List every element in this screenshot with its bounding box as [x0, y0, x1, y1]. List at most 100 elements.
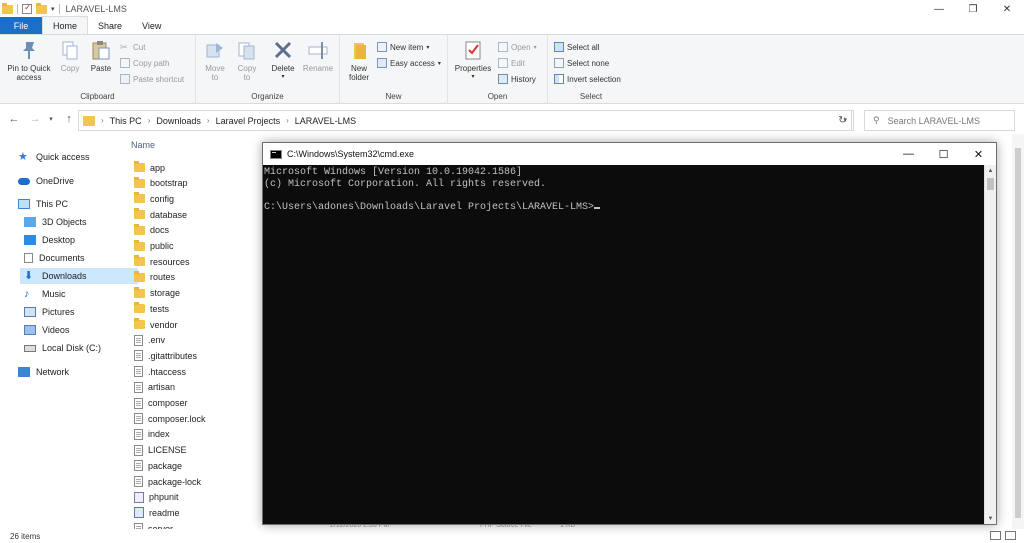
nav-item-network[interactable]: Network — [18, 364, 136, 380]
folder-row[interactable]: resources — [134, 254, 190, 269]
breadcrumb-this-pc[interactable]: This PC — [110, 116, 142, 126]
restore-button[interactable]: ❐ — [956, 0, 990, 18]
properties-chevron-icon[interactable]: ▾ — [471, 73, 474, 82]
history-button[interactable]: History — [498, 72, 536, 86]
column-header-name[interactable]: Name — [131, 140, 155, 150]
move-to-button[interactable]: Move to — [200, 39, 230, 82]
edit-button[interactable]: Edit — [498, 56, 525, 70]
new-folder-icon[interactable] — [36, 2, 47, 14]
recent-locations-chevron-icon[interactable]: ▾ — [42, 110, 60, 128]
cmd-close-button[interactable]: ✕ — [961, 143, 996, 165]
nav-item-this-pc[interactable]: This PC — [18, 196, 136, 212]
file-row[interactable]: package — [134, 458, 182, 473]
file-row[interactable]: LICENSE — [134, 443, 187, 458]
details-view-icon[interactable] — [990, 531, 1001, 540]
new-folder-icon — [354, 43, 366, 59]
breadcrumb-laravel-projects[interactable]: Laravel Projects — [216, 116, 281, 126]
folder-row[interactable]: storage — [134, 286, 180, 301]
breadcrumb-separator[interactable]: › — [207, 116, 210, 125]
nav-item-onedrive[interactable]: OneDrive — [18, 173, 136, 189]
refresh-button[interactable]: ↻ — [832, 110, 854, 131]
nav-item-quick-access[interactable]: ★ Quick access — [18, 149, 136, 165]
paste-shortcut-button[interactable]: Paste shortcut — [120, 72, 184, 86]
folder-row[interactable]: docs — [134, 223, 169, 238]
file-row[interactable]: server — [134, 521, 173, 529]
console-line: (c) Microsoft Corporation. All rights re… — [264, 178, 547, 190]
open-button[interactable]: Open ▾ — [498, 40, 537, 54]
cmd-title-bar[interactable]: C:\Windows\System32\cmd.exe — ☐ ✕ — [263, 143, 996, 165]
folder-row[interactable]: bootstrap — [134, 176, 188, 191]
file-row[interactable]: package-lock — [134, 474, 201, 489]
tab-home[interactable]: Home — [42, 16, 89, 34]
cmd-scrollbar[interactable]: ▲ ▼ — [984, 165, 996, 524]
cut-button[interactable]: ✂ Cut — [120, 40, 145, 54]
file-row[interactable]: composer.lock — [134, 411, 206, 426]
new-folder-button[interactable]: New folder — [344, 39, 374, 82]
delete-dropdown-chevron-icon[interactable]: ▾ — [281, 73, 284, 82]
minimize-button[interactable]: — — [922, 0, 956, 18]
properties-icon[interactable] — [22, 2, 32, 14]
folder-row[interactable]: public — [134, 239, 174, 254]
folder-row[interactable]: vendor — [134, 317, 178, 332]
folder-row[interactable]: routes — [134, 270, 175, 285]
breadcrumb-separator[interactable]: › — [286, 116, 289, 125]
address-bar[interactable]: › This PC › Downloads › Laravel Projects… — [78, 110, 852, 131]
pin-to-quick-access-button[interactable]: Pin to Quick access — [3, 39, 55, 82]
command-prompt-window[interactable]: C:\Windows\System32\cmd.exe — ☐ ✕ Micros… — [262, 142, 997, 525]
copy-to-button[interactable]: Copy to — [232, 39, 262, 82]
up-arrow-icon[interactable]: ↑ — [60, 110, 78, 128]
large-icons-view-icon[interactable] — [1005, 531, 1016, 540]
folder-row[interactable]: app — [134, 160, 165, 175]
tab-file[interactable]: File — [0, 17, 42, 34]
folder-row[interactable]: tests — [134, 301, 169, 316]
scroll-up-arrow-icon[interactable]: ▲ — [985, 165, 996, 176]
file-row[interactable]: index — [134, 427, 170, 442]
computer-icon — [18, 199, 30, 209]
cmd-console-output[interactable]: Microsoft Windows [Version 10.0.19042.15… — [263, 165, 985, 524]
tab-share[interactable]: Share — [88, 17, 132, 34]
folder-icon — [134, 239, 145, 251]
properties-button[interactable]: Properties ▾ — [452, 39, 494, 82]
breadcrumb-downloads[interactable]: Downloads — [156, 116, 201, 126]
folder-icon[interactable] — [2, 2, 13, 14]
breadcrumb-laravel-lms[interactable]: LARAVEL-LMS — [295, 116, 356, 126]
tab-view[interactable]: View — [132, 17, 171, 34]
breadcrumb-separator[interactable]: › — [148, 116, 151, 125]
file-row[interactable]: artisan — [134, 380, 175, 395]
copy-label: Copy — [60, 64, 80, 73]
customize-toolbar-chevron-icon[interactable]: ▾ — [51, 5, 55, 13]
cmd-maximize-button[interactable]: ☐ — [926, 143, 961, 165]
rename-button[interactable]: Rename — [300, 39, 336, 73]
scroll-down-arrow-icon[interactable]: ▼ — [985, 513, 996, 524]
delete-button[interactable]: Delete ▾ — [268, 39, 298, 82]
folder-icon — [134, 270, 145, 282]
copy-button[interactable]: Copy — [56, 39, 84, 73]
folder-row[interactable]: database — [134, 207, 187, 222]
select-none-button[interactable]: Select none — [554, 56, 609, 70]
search-input[interactable]: ⚲ Search LARAVEL-LMS — [864, 110, 1015, 131]
cmd-scrollbar-thumb[interactable] — [987, 178, 994, 190]
file-name: database — [150, 209, 188, 220]
easy-access-button[interactable]: Easy access ▾ — [377, 56, 441, 70]
close-button[interactable]: ✕ — [990, 0, 1024, 18]
invert-selection-button[interactable]: Invert selection — [554, 72, 621, 86]
copy-path-button[interactable]: Copy path — [120, 56, 169, 70]
file-row[interactable]: .htaccess — [134, 364, 186, 379]
cmd-minimize-button[interactable]: — — [891, 143, 926, 165]
file-row[interactable]: phpunit — [134, 490, 179, 505]
scrollbar-thumb[interactable] — [1015, 148, 1021, 518]
view-toggle — [990, 531, 1016, 540]
file-list-scrollbar[interactable] — [1012, 134, 1024, 529]
new-item-button[interactable]: New item ▾ — [377, 40, 429, 54]
nav-item-downloads[interactable]: ⬇ Downloads — [20, 268, 138, 284]
file-row[interactable]: .gitattributes — [134, 348, 197, 363]
file-row[interactable]: readme — [134, 505, 180, 520]
ribbon-tabs: File Home Share View — [0, 16, 1024, 35]
paste-button[interactable]: Paste — [87, 39, 115, 73]
folder-row[interactable]: config — [134, 191, 174, 206]
nav-label: OneDrive — [36, 176, 75, 186]
file-row[interactable]: composer — [134, 396, 188, 411]
select-all-button[interactable]: Select all — [554, 40, 599, 54]
file-row[interactable]: .env — [134, 333, 165, 348]
back-arrow-icon[interactable]: ← — [5, 110, 23, 128]
